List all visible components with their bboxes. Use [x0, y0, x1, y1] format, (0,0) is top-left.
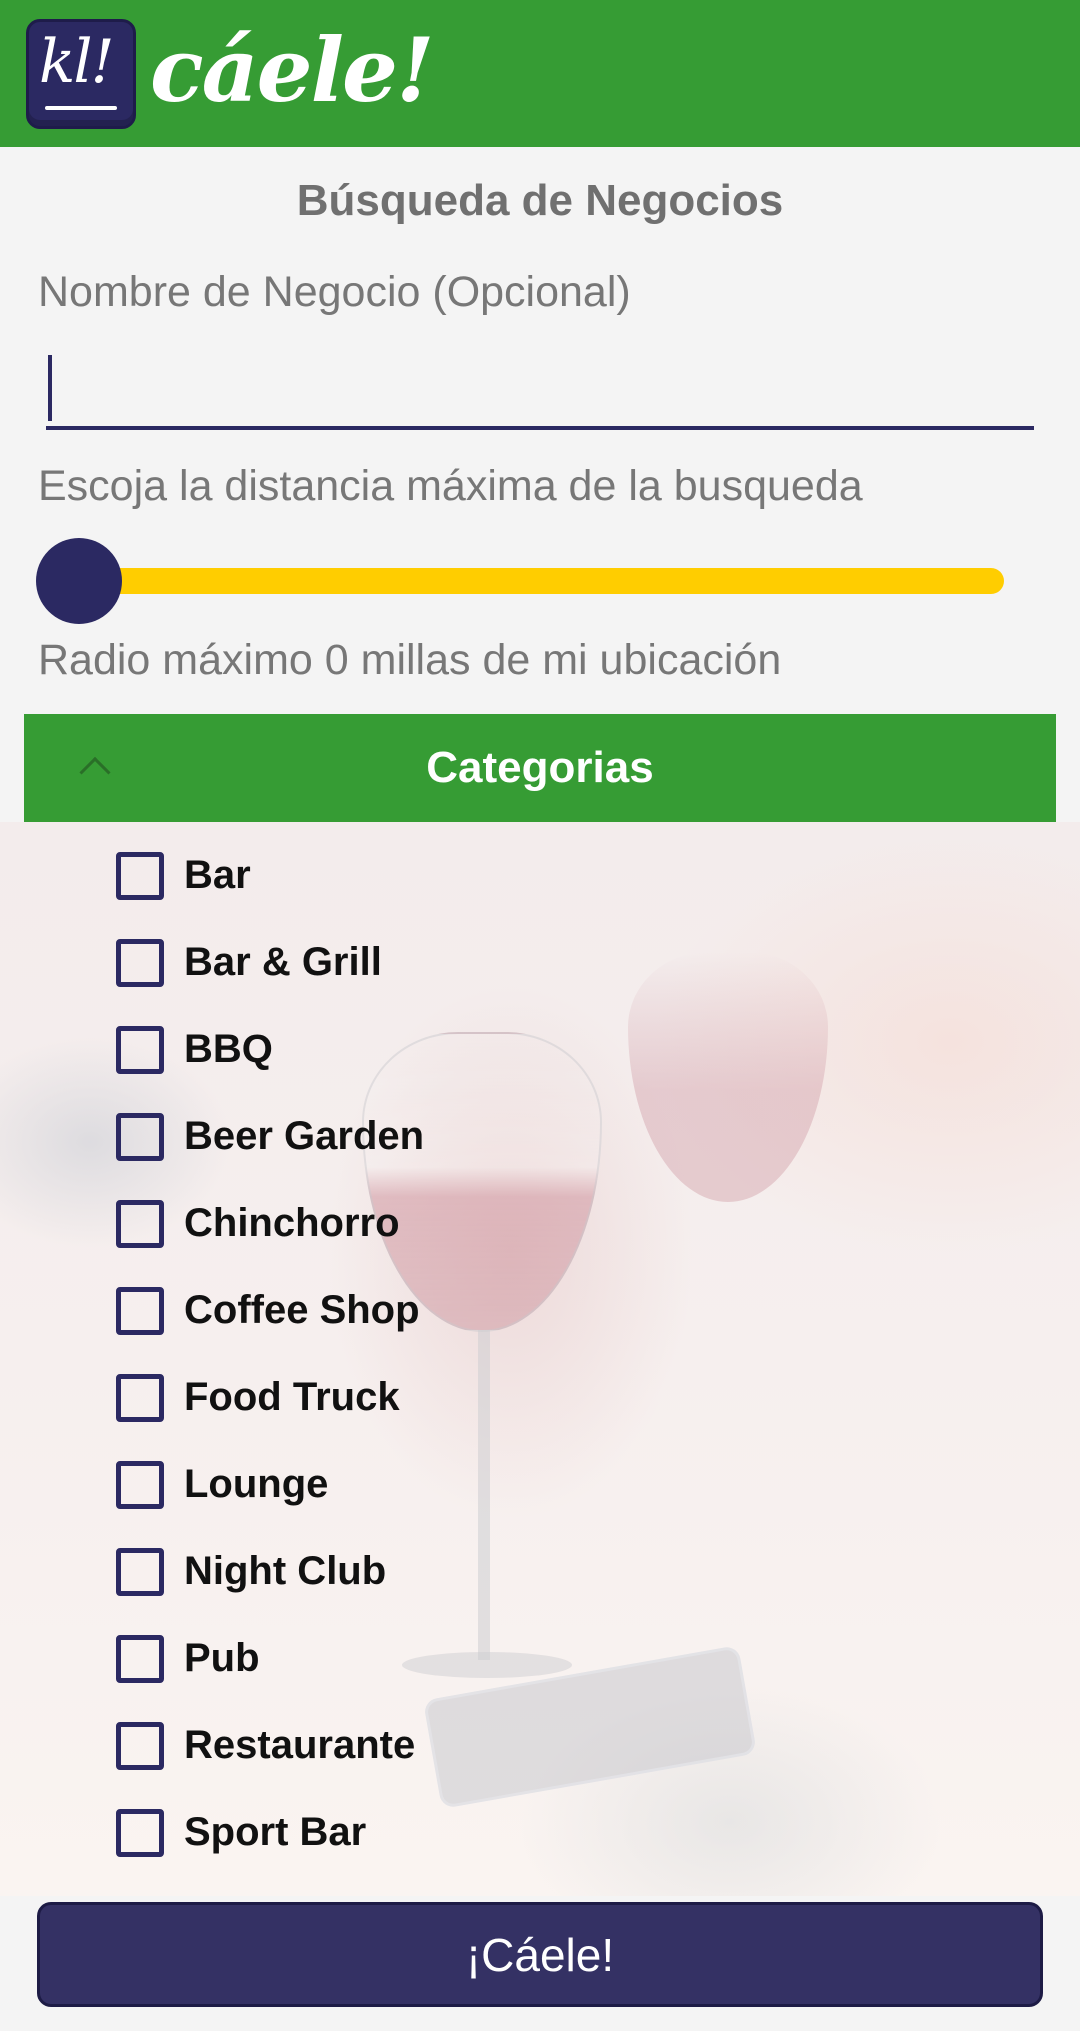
categories-panel[interactable]: Bar Bar & Grill BBQ Beer Garden Chinchorro Co… [0, 822, 1080, 1896]
background-photo [628, 952, 828, 1202]
category-checkbox[interactable] [116, 1634, 164, 1683]
app-header: kl! cáele! [0, 0, 1080, 147]
category-list: Bar Bar & Grill BBQ Beer Garden Chinchorro Co… [116, 832, 424, 1876]
category-checkbox[interactable] [116, 1808, 164, 1857]
business-name-input[interactable] [46, 350, 1034, 430]
categories-title: Categorias [426, 743, 654, 792]
category-label: Sport Bar [184, 1810, 367, 1854]
category-item[interactable]: Pub [116, 1615, 424, 1702]
category-item[interactable]: Bar [116, 832, 424, 919]
category-item[interactable]: Sport Bar [116, 1789, 424, 1876]
brand-name: cáele! [150, 17, 435, 122]
category-item[interactable]: Chinchorro [116, 1180, 424, 1267]
business-name-label: Nombre de Negocio (Opcional) [38, 268, 631, 316]
category-label: Night Club [184, 1549, 387, 1593]
category-item[interactable]: Night Club [116, 1528, 424, 1615]
category-checkbox[interactable] [116, 851, 164, 900]
category-label: Bar [184, 853, 251, 897]
category-item[interactable]: Lounge [116, 1441, 424, 1528]
app-logo: kl! [26, 18, 136, 129]
category-label: Coffee Shop [184, 1288, 420, 1332]
slider-track[interactable] [66, 568, 1004, 594]
category-item[interactable]: Restaurante [116, 1702, 424, 1789]
category-label: Restaurante [184, 1723, 416, 1767]
category-label: Beer Garden [184, 1114, 425, 1158]
category-checkbox[interactable] [116, 1547, 164, 1596]
category-label: Chinchorro [184, 1201, 400, 1245]
category-item[interactable]: Beer Garden [116, 1093, 424, 1180]
category-checkbox[interactable] [116, 1373, 164, 1422]
text-cursor [48, 355, 52, 421]
page-title: Búsqueda de Negocios [296, 176, 784, 225]
category-item[interactable]: BBQ [116, 1006, 424, 1093]
chevron-up-icon[interactable] [79, 756, 111, 788]
category-label: Bar & Grill [184, 940, 382, 984]
slider-thumb[interactable] [36, 538, 122, 624]
category-label: Lounge [184, 1462, 329, 1506]
category-label: Food Truck [184, 1375, 400, 1419]
category-label: BBQ [184, 1027, 273, 1071]
category-checkbox[interactable] [116, 1460, 164, 1509]
category-checkbox[interactable] [116, 1112, 164, 1161]
category-item[interactable]: Coffee Shop [116, 1267, 424, 1354]
category-checkbox[interactable] [116, 938, 164, 987]
category-item[interactable]: Bar & Grill [116, 919, 424, 1006]
category-item[interactable]: Food Truck [116, 1354, 424, 1441]
category-checkbox[interactable] [116, 1286, 164, 1335]
distance-slider[interactable] [36, 538, 1004, 624]
category-checkbox[interactable] [116, 1025, 164, 1074]
search-submit-button[interactable]: ¡Cáele! [37, 1902, 1043, 2007]
distance-label: Escoja la distancia máxima de la busqued… [38, 462, 863, 510]
category-checkbox[interactable] [116, 1199, 164, 1248]
categories-accordion-header[interactable]: Categorias [24, 714, 1056, 822]
logo-mark: kl! [39, 26, 115, 97]
category-checkbox[interactable] [116, 1721, 164, 1770]
radius-text: Radio máximo 0 millas de mi ubicación [38, 636, 782, 684]
app-screen: kl! cáele! Búsqueda de Negocios Nombre d… [0, 0, 1080, 2031]
category-label: Pub [184, 1636, 260, 1680]
